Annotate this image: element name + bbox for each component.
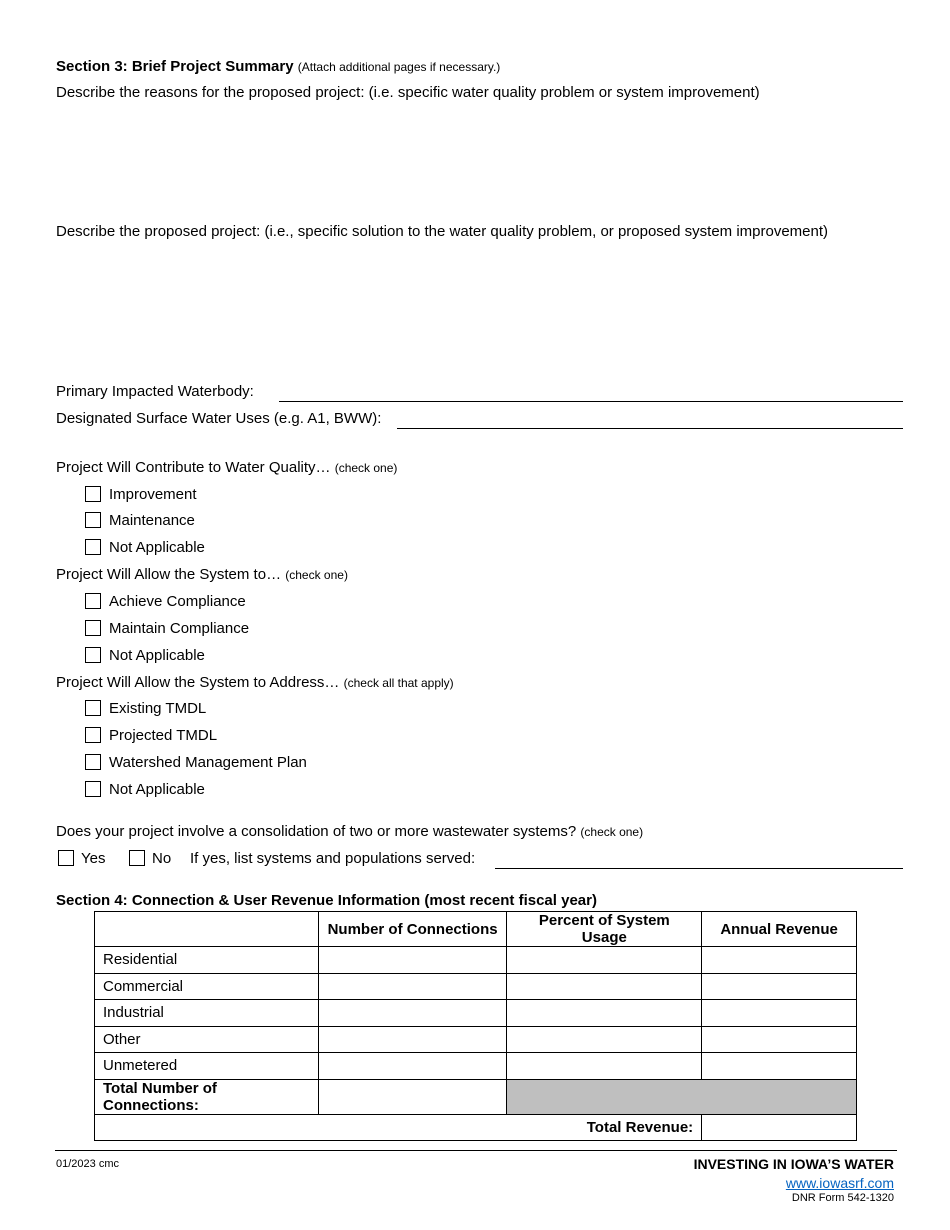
footer-tagline: INVESTING IN IOWA’S WATER [693, 1156, 894, 1172]
shaded-cell [506, 1078, 857, 1115]
address-group-label: Project Will Allow the System to Address… [56, 674, 340, 691]
column-header-connections: Number of Connections [317, 911, 508, 947]
section3-title: Section 3: Brief Project Summary [56, 58, 294, 75]
total-revenue-row: Total Revenue: [93, 1113, 857, 1141]
option-projected-tmdl: Projected TMDL [109, 727, 218, 744]
option-address-not-applicable: Not Applicable [109, 781, 205, 798]
usage-cell[interactable] [506, 1025, 703, 1053]
uses-label: Designated Surface Water Uses (e.g. A1, … [56, 410, 382, 427]
option-no: No [152, 850, 172, 867]
checkbox-achieve-compliance[interactable] [85, 593, 101, 609]
checkbox-quality-not-applicable[interactable] [85, 539, 101, 555]
row-label: Industrial [94, 999, 319, 1027]
row-label: Other [94, 1025, 319, 1053]
checkbox-maintenance[interactable] [85, 512, 101, 528]
address-group-heading: Project Will Allow the System to Address… [56, 674, 454, 691]
table-row: Residential [94, 946, 857, 974]
option-improvement: Improvement [109, 486, 197, 503]
section4-title: Section 4: Connection & User Revenue Inf… [56, 892, 597, 909]
option-quality-not-applicable: Not Applicable [109, 539, 205, 556]
checkbox-existing-tmdl[interactable] [85, 700, 101, 716]
table-row: Other [94, 1025, 857, 1053]
form-number: DNR Form 542-1320 [791, 1192, 894, 1204]
revenue-cell[interactable] [701, 946, 857, 974]
option-maintenance: Maintenance [109, 512, 195, 529]
section3-heading: Section 3: Brief Project Summary (Attach… [56, 58, 500, 75]
revenue-table: Number of Connections Percent of System … [93, 911, 857, 1141]
column-header-usage: Percent of System Usage [506, 911, 703, 947]
waterbody-label: Primary Impacted Waterbody: [56, 383, 254, 400]
revision-code: 01/2023 cmc [56, 1158, 119, 1170]
quality-group-note: (check one) [334, 461, 398, 475]
systems-list-label: If yes, list systems and populations ser… [190, 850, 476, 867]
quality-group-label: Project Will Contribute to Water Quality… [56, 459, 331, 476]
quality-group-heading: Project Will Contribute to Water Quality… [56, 459, 397, 476]
compliance-group-label: Project Will Allow the System to… [56, 566, 282, 583]
option-watershed-plan: Watershed Management Plan [109, 754, 307, 771]
connections-cell[interactable] [317, 1052, 508, 1080]
connections-cell[interactable] [317, 946, 508, 974]
revenue-cell[interactable] [701, 972, 857, 1000]
revenue-cell[interactable] [701, 1052, 857, 1080]
total-revenue-label: Total Revenue: [93, 1113, 703, 1141]
total-connections-cell[interactable] [317, 1078, 508, 1115]
address-group-note: (check all that apply) [343, 676, 454, 690]
project-prompt: Describe the proposed project: (i.e., sp… [56, 223, 829, 240]
column-header [94, 911, 319, 947]
option-achieve-compliance: Achieve Compliance [109, 593, 246, 610]
option-maintain-compliance: Maintain Compliance [109, 620, 250, 637]
usage-cell[interactable] [506, 1052, 703, 1080]
checkbox-yes[interactable] [58, 850, 74, 866]
row-label: Residential [94, 946, 319, 974]
checkbox-watershed-plan[interactable] [85, 754, 101, 770]
option-yes: Yes [81, 850, 106, 867]
checkbox-no[interactable] [129, 850, 145, 866]
compliance-group-note: (check one) [285, 568, 348, 582]
row-label: Commercial [94, 972, 319, 1000]
checkbox-maintain-compliance[interactable] [85, 620, 101, 636]
row-label: Unmetered [94, 1052, 319, 1080]
systems-list-input[interactable] [495, 868, 903, 869]
connections-cell[interactable] [317, 999, 508, 1027]
usage-cell[interactable] [506, 946, 703, 974]
usage-cell[interactable] [506, 972, 703, 1000]
compliance-group-heading: Project Will Allow the System to… (check… [56, 566, 348, 583]
total-connections-label: Total Number of Connections: [94, 1078, 319, 1115]
table-header-row: Number of Connections Percent of System … [94, 911, 857, 947]
table-row: Commercial [94, 972, 857, 1000]
revenue-cell[interactable] [701, 999, 857, 1027]
uses-input[interactable] [397, 428, 903, 429]
table-row: Industrial [94, 999, 857, 1027]
footer-divider [55, 1150, 897, 1151]
consolidation-note: (check one) [580, 825, 644, 839]
table-row: Unmetered [94, 1052, 857, 1080]
usage-cell[interactable] [506, 999, 703, 1027]
total-connections-row: Total Number of Connections: [94, 1078, 857, 1115]
connections-cell[interactable] [317, 972, 508, 1000]
column-header-revenue: Annual Revenue [701, 911, 857, 947]
reasons-prompt: Describe the reasons for the proposed pr… [56, 84, 760, 101]
checkbox-address-not-applicable[interactable] [85, 781, 101, 797]
total-revenue-cell[interactable] [701, 1113, 857, 1141]
connections-cell[interactable] [317, 1025, 508, 1053]
consolidation-question: Does your project involve a consolidatio… [56, 823, 577, 840]
section3-title-note: (Attach additional pages if necessary.) [297, 60, 501, 74]
option-compliance-not-applicable: Not Applicable [109, 647, 205, 664]
consolidation-heading: Does your project involve a consolidatio… [56, 823, 643, 840]
checkbox-improvement[interactable] [85, 486, 101, 502]
revenue-cell[interactable] [701, 1025, 857, 1053]
checkbox-projected-tmdl[interactable] [85, 727, 101, 743]
website-link[interactable]: www.iowasrf.com [786, 1175, 894, 1191]
option-existing-tmdl: Existing TMDL [109, 700, 207, 717]
waterbody-input[interactable] [279, 401, 903, 402]
checkbox-compliance-not-applicable[interactable] [85, 647, 101, 663]
